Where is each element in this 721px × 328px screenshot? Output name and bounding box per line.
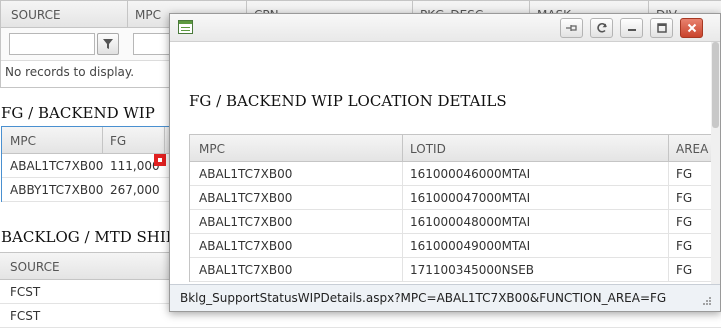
- table-row[interactable]: ABAL1TC7XB00 161000048000MTAI FG: [190, 210, 720, 234]
- cell-lotid: 171100345000NSEB: [410, 263, 535, 277]
- maximize-button[interactable]: [650, 18, 673, 38]
- column-header-source[interactable]: SOURCE: [11, 8, 61, 22]
- pin-icon: [565, 25, 577, 31]
- table-row[interactable]: ABAL1TC7XB00 111,000: [2, 154, 169, 178]
- cell-mpc: ABAL1TC7XB00: [199, 167, 293, 181]
- cell-mpc: ABAL1TC7XB00: [199, 215, 293, 229]
- window-content: FG / BACKEND WIP LOCATION DETAILS MPC LO…: [170, 42, 720, 284]
- close-icon: [687, 23, 696, 33]
- column-header-lotid[interactable]: LOTID: [410, 142, 446, 156]
- cell-fg[interactable]: 267,000: [110, 183, 160, 197]
- window-app-icon: [178, 20, 193, 34]
- reload-button[interactable]: [590, 18, 613, 38]
- filter-icon: [103, 39, 113, 49]
- cell-mpc: ABAL1TC7XB00: [10, 159, 104, 173]
- pin-button[interactable]: [560, 18, 583, 38]
- cell-source: FCST: [10, 285, 41, 299]
- location-details-heading: FG / BACKEND WIP LOCATION DETAILS: [189, 92, 507, 110]
- column-header-mpc[interactable]: MPC: [10, 134, 36, 148]
- window-titlebar[interactable]: [170, 14, 720, 42]
- column-header-mpc[interactable]: MPC: [135, 8, 161, 22]
- window-scrollbar[interactable]: [711, 42, 720, 284]
- cell-area: FG: [676, 239, 693, 253]
- cell-source: FCST: [10, 309, 41, 323]
- fg-grid-header: MPC FG: [2, 127, 169, 154]
- table-row[interactable]: ABAL1TC7XB00 161000049000MTAI FG: [190, 234, 720, 258]
- minimize-icon: [627, 29, 636, 31]
- cell-mpc: ABAL1TC7XB00: [199, 191, 293, 205]
- cell-lotid: 161000047000MTAI: [410, 191, 531, 205]
- column-header-fg[interactable]: FG: [110, 134, 126, 148]
- reload-icon: [596, 23, 607, 33]
- cell-lotid: 161000049000MTAI: [410, 239, 531, 253]
- table-row[interactable]: ABAL1TC7XB00 171100345000NSEB FG: [190, 258, 720, 282]
- details-grid-header: MPC LOTID AREA: [190, 135, 720, 162]
- mpc-filter-input[interactable]: [133, 33, 173, 55]
- table-row[interactable]: ABBY1TC7XB00 267,000: [2, 178, 169, 202]
- selection-marker-icon: [154, 154, 166, 166]
- cell-area: FG: [676, 215, 693, 229]
- filter-button[interactable]: [97, 33, 119, 55]
- column-header-area[interactable]: AREA: [676, 142, 708, 156]
- table-row[interactable]: ABAL1TC7XB00 161000047000MTAI FG: [190, 186, 720, 210]
- column-header-mpc[interactable]: MPC: [199, 142, 225, 156]
- cell-lotid: 161000048000MTAI: [410, 215, 531, 229]
- resize-grip-icon[interactable]: [702, 296, 712, 306]
- fg-backend-wip-title: FG / BACKEND WIP: [1, 104, 155, 122]
- cell-area: FG: [676, 263, 693, 277]
- cell-mpc: ABBY1TC7XB00: [10, 183, 104, 197]
- status-url: Bklg_SupportStatusWIPDetails.aspx?MPC=AB…: [180, 291, 667, 305]
- no-records-message: No records to display.: [5, 65, 135, 79]
- cell-area: FG: [676, 191, 693, 205]
- scrollbar-thumb[interactable]: [712, 42, 719, 128]
- column-header-source[interactable]: SOURCE: [10, 260, 60, 274]
- close-button[interactable]: [680, 18, 703, 38]
- cell-mpc: ABAL1TC7XB00: [199, 263, 293, 277]
- table-row[interactable]: ABAL1TC7XB00 161000046000MTAI FG: [190, 162, 720, 186]
- maximize-icon: [656, 23, 667, 33]
- wip-details-window: FG / BACKEND WIP LOCATION DETAILS MPC LO…: [169, 13, 721, 312]
- fg-backend-wip-grid: MPC FG ABAL1TC7XB00 111,000 ABBY1TC7XB00…: [1, 126, 170, 202]
- cell-area: FG: [676, 167, 693, 181]
- cell-mpc: ABAL1TC7XB00: [199, 239, 293, 253]
- minimize-button[interactable]: [620, 18, 643, 38]
- cell-fg[interactable]: 111,000: [110, 159, 160, 173]
- cell-lotid: 161000046000MTAI: [410, 167, 531, 181]
- location-details-grid: MPC LOTID AREA ABAL1TC7XB00 161000046000…: [189, 134, 720, 282]
- window-statusbar: Bklg_SupportStatusWIPDetails.aspx?MPC=AB…: [170, 284, 720, 311]
- source-filter-input[interactable]: [9, 33, 95, 55]
